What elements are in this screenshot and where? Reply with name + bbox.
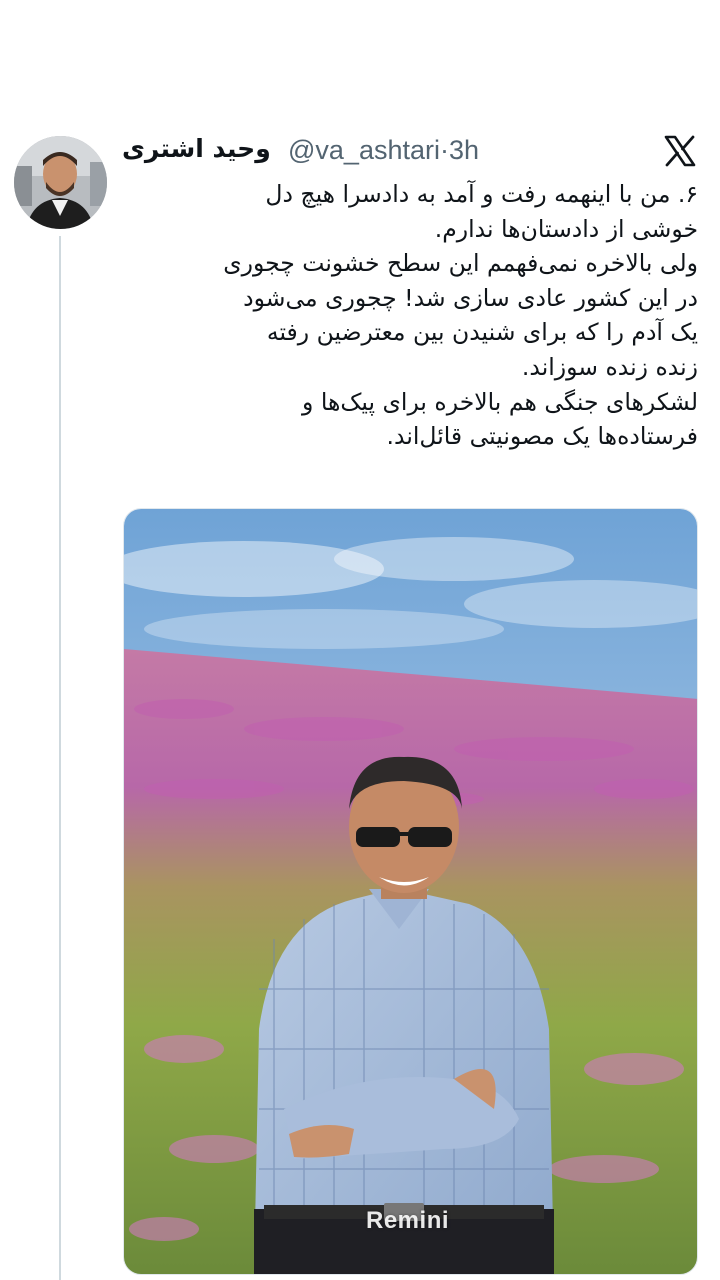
author-handle-and-time: @va_ashtari·3h bbox=[288, 135, 479, 166]
avatar-photo bbox=[14, 136, 107, 229]
tweet-text-line: فرستاده‌ها یک مصونیتی قائل‌اند. bbox=[386, 422, 698, 451]
tweet-text-line: ولی بالاخره نمی‌فهمم این سطح خشونت چجوری bbox=[223, 249, 698, 278]
author-handle[interactable]: @va_ashtari bbox=[288, 135, 440, 165]
tweet-media-photo[interactable]: Remini bbox=[123, 508, 698, 1275]
tweet-text: ۶. من با اینهمه رفت و آمد به دادسرا هیچ … bbox=[110, 177, 698, 454]
top-blank-area bbox=[0, 0, 720, 125]
tweet-text-line: زنده زنده سوزاند. bbox=[521, 352, 698, 381]
tweet-header: وحید اشتری @va_ashtari·3h bbox=[120, 132, 510, 170]
remini-watermark: Remini bbox=[366, 1207, 450, 1234]
author-name[interactable]: وحید اشتری bbox=[122, 134, 271, 163]
tweet-text-line: در این کشور عادی سازی شد! چجوری می‌شود bbox=[243, 283, 698, 312]
tweet-text-line: ۶. من با اینهمه رفت و آمد به دادسرا هیچ … bbox=[265, 180, 698, 208]
x-logo-icon bbox=[664, 135, 696, 167]
photo-man-in-flower-field bbox=[124, 509, 697, 1274]
tweet-text-line: لشکرهای جنگی هم بالاخره برای پیک‌ها و bbox=[302, 387, 698, 416]
tweet-text-line: یک آدم را که برای شنیدن بین معترضین رفته bbox=[266, 318, 698, 347]
thread-connector-line bbox=[59, 236, 61, 1280]
separator-dot: · bbox=[439, 135, 449, 165]
tweet-text-line: خوشی از دادستان‌ها ندارم. bbox=[434, 214, 698, 243]
avatar[interactable] bbox=[14, 136, 107, 229]
timestamp[interactable]: 3h bbox=[449, 135, 479, 165]
